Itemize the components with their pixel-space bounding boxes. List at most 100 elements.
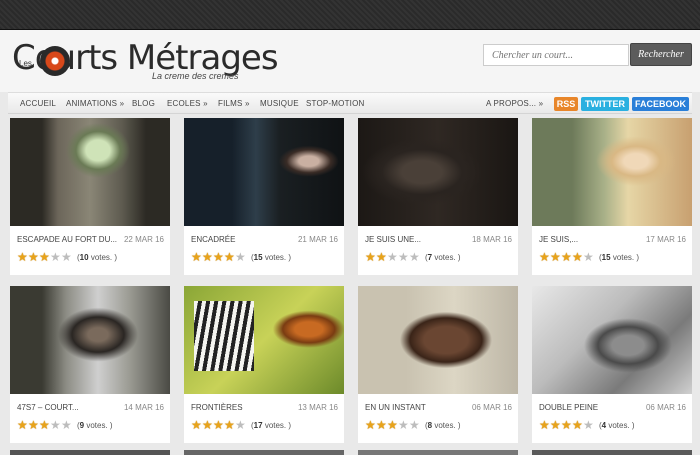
search-button[interactable]: Rechercher bbox=[630, 43, 692, 66]
star-icon[interactable]: ★ bbox=[409, 251, 420, 263]
film-title[interactable]: ENCADRÉE bbox=[191, 235, 235, 244]
rss-button[interactable]: RSS bbox=[554, 97, 578, 111]
star-icon[interactable]: ★ bbox=[387, 419, 398, 431]
star-icon[interactable]: ★ bbox=[409, 419, 420, 431]
star-icon[interactable]: ★ bbox=[213, 419, 224, 431]
star-icon[interactable]: ★ bbox=[387, 251, 398, 263]
film-thumbnail[interactable] bbox=[10, 118, 170, 226]
star-icon[interactable]: ★ bbox=[235, 251, 246, 263]
star-icon[interactable]: ★ bbox=[224, 251, 235, 263]
search-input[interactable] bbox=[483, 44, 629, 66]
film-date: 06 MAR 16 bbox=[645, 403, 686, 412]
film-title[interactable]: ESCAPADE AU FORT DU... bbox=[17, 235, 117, 244]
star-icon[interactable]: ★ bbox=[539, 419, 550, 431]
star-icon[interactable]: ★ bbox=[398, 251, 409, 263]
film-date: 22 MAR 16 bbox=[123, 235, 164, 244]
film-card-partial bbox=[532, 450, 692, 455]
nav-item-blog[interactable]: BLOG bbox=[132, 99, 155, 108]
film-title[interactable]: JE SUIS UNE... bbox=[365, 235, 421, 244]
star-icon[interactable]: ★ bbox=[17, 251, 28, 263]
film-thumbnail[interactable] bbox=[184, 118, 344, 226]
film-card[interactable]: FRONTIÈRES 13 MAR 16 ★ ★ ★ ★ ★ (17 votes. ) bbox=[184, 286, 344, 443]
film-title[interactable]: EN UN INSTANT bbox=[365, 403, 426, 412]
film-thumbnail[interactable] bbox=[358, 286, 518, 394]
film-thumbnail[interactable] bbox=[358, 118, 518, 226]
film-card[interactable]: DOUBLE PEINE 06 MAR 16 ★ ★ ★ ★ ★ (4 votes. ) bbox=[532, 286, 692, 443]
film-card[interactable]: JE SUIS UNE... 18 MAR 16 ★ ★ ★ ★ ★ (7 votes.… bbox=[358, 118, 518, 275]
film-votes: (8 votes. ) bbox=[425, 421, 461, 430]
star-icon[interactable]: ★ bbox=[213, 251, 224, 263]
star-icon[interactable]: ★ bbox=[61, 251, 72, 263]
star-icon[interactable]: ★ bbox=[583, 419, 594, 431]
star-icon[interactable]: ★ bbox=[561, 251, 572, 263]
star-icon[interactable]: ★ bbox=[28, 419, 39, 431]
star-icon[interactable]: ★ bbox=[28, 251, 39, 263]
star-icon[interactable]: ★ bbox=[50, 251, 61, 263]
logo-les: Les bbox=[19, 59, 32, 68]
star-icon[interactable]: ★ bbox=[572, 251, 583, 263]
rating-stars[interactable]: ★ ★ ★ ★ ★ bbox=[191, 419, 246, 431]
site-logo[interactable]: Courts Métrages Les La creme des cremes bbox=[12, 38, 312, 86]
star-icon[interactable]: ★ bbox=[202, 251, 213, 263]
film-date: 18 MAR 16 bbox=[471, 235, 512, 244]
film-date: 21 MAR 16 bbox=[297, 235, 338, 244]
star-icon[interactable]: ★ bbox=[50, 419, 61, 431]
twitter-button[interactable]: TWITTER bbox=[581, 97, 629, 111]
film-thumbnail[interactable] bbox=[532, 286, 692, 394]
star-icon[interactable]: ★ bbox=[550, 251, 561, 263]
film-card[interactable]: EN UN INSTANT 06 MAR 16 ★ ★ ★ ★ ★ (8 votes. … bbox=[358, 286, 518, 443]
film-card[interactable]: ENCADRÉE 21 MAR 16 ★ ★ ★ ★ ★ (15 votes. ) bbox=[184, 118, 344, 275]
star-icon[interactable]: ★ bbox=[550, 419, 561, 431]
nav-item-animations[interactable]: ANIMATIONS » bbox=[66, 99, 124, 108]
film-card-partial bbox=[358, 450, 518, 455]
film-title[interactable]: DOUBLE PEINE bbox=[539, 403, 598, 412]
rating-stars[interactable]: ★ ★ ★ ★ ★ bbox=[191, 251, 246, 263]
star-icon[interactable]: ★ bbox=[39, 419, 50, 431]
film-thumbnail[interactable] bbox=[532, 118, 692, 226]
star-icon[interactable]: ★ bbox=[376, 419, 387, 431]
star-icon[interactable]: ★ bbox=[572, 419, 583, 431]
rating-stars[interactable]: ★ ★ ★ ★ ★ bbox=[539, 419, 594, 431]
rating-stars[interactable]: ★ ★ ★ ★ ★ bbox=[17, 251, 72, 263]
film-card[interactable]: 47S7 – COURT... 14 MAR 16 ★ ★ ★ ★ ★ (9 votes… bbox=[10, 286, 170, 443]
nav-item-films[interactable]: FILMS » bbox=[218, 99, 250, 108]
rating-stars[interactable]: ★ ★ ★ ★ ★ bbox=[17, 419, 72, 431]
rating-stars[interactable]: ★ ★ ★ ★ ★ bbox=[365, 251, 420, 263]
nav-item-a-propos[interactable]: A PROPOS... » bbox=[486, 99, 543, 108]
film-title[interactable]: FRONTIÈRES bbox=[191, 403, 243, 412]
star-icon[interactable]: ★ bbox=[365, 419, 376, 431]
star-icon[interactable]: ★ bbox=[17, 419, 28, 431]
film-votes: (10 votes. ) bbox=[77, 253, 118, 262]
nav-item-accueil[interactable]: ACCUEIL bbox=[20, 99, 56, 108]
star-icon[interactable]: ★ bbox=[191, 419, 202, 431]
star-icon[interactable]: ★ bbox=[398, 419, 409, 431]
film-title[interactable]: 47S7 – COURT... bbox=[17, 403, 79, 412]
film-votes: (17 votes. ) bbox=[251, 421, 292, 430]
star-icon[interactable]: ★ bbox=[365, 251, 376, 263]
top-bar bbox=[0, 0, 700, 30]
film-thumbnail[interactable] bbox=[184, 286, 344, 394]
star-icon[interactable]: ★ bbox=[583, 251, 594, 263]
film-votes: (15 votes. ) bbox=[251, 253, 292, 262]
film-title[interactable]: JE SUIS,... bbox=[539, 235, 578, 244]
facebook-button[interactable]: FACEBOOK bbox=[632, 97, 689, 111]
star-icon[interactable]: ★ bbox=[61, 419, 72, 431]
film-date: 13 MAR 16 bbox=[297, 403, 338, 412]
star-icon[interactable]: ★ bbox=[539, 251, 550, 263]
rating-stars[interactable]: ★ ★ ★ ★ ★ bbox=[365, 419, 420, 431]
film-card[interactable]: JE SUIS,... 17 MAR 16 ★ ★ ★ ★ ★ (15 votes. ) bbox=[532, 118, 692, 275]
film-card[interactable]: ESCAPADE AU FORT DU... 22 MAR 16 ★ ★ ★ ★ ★ (… bbox=[10, 118, 170, 275]
nav-item-ecoles[interactable]: ECOLES » bbox=[167, 99, 208, 108]
star-icon[interactable]: ★ bbox=[191, 251, 202, 263]
nav-item-musique[interactable]: MUSIQUE bbox=[260, 99, 299, 108]
film-thumbnail[interactable] bbox=[10, 286, 170, 394]
star-icon[interactable]: ★ bbox=[235, 419, 246, 431]
rating-stars[interactable]: ★ ★ ★ ★ ★ bbox=[539, 251, 594, 263]
star-icon[interactable]: ★ bbox=[376, 251, 387, 263]
star-icon[interactable]: ★ bbox=[224, 419, 235, 431]
film-votes: (9 votes. ) bbox=[77, 421, 113, 430]
star-icon[interactable]: ★ bbox=[39, 251, 50, 263]
star-icon[interactable]: ★ bbox=[561, 419, 572, 431]
star-icon[interactable]: ★ bbox=[202, 419, 213, 431]
nav-item-stop-motion[interactable]: STOP-MOTION bbox=[306, 99, 365, 108]
